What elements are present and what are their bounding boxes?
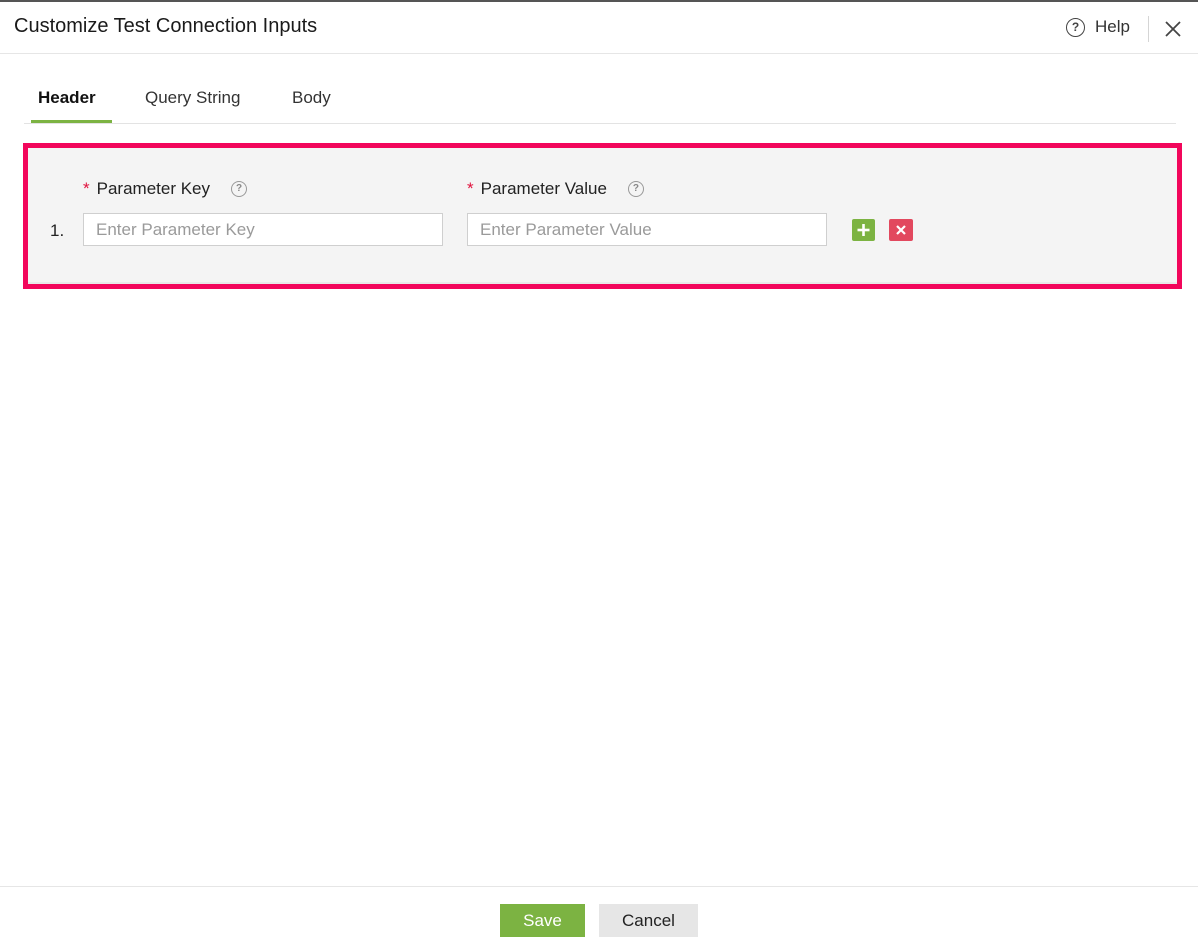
row-number: 1. xyxy=(50,221,65,240)
info-icon[interactable]: ? xyxy=(627,181,644,197)
help-circle-icon: ? xyxy=(1066,17,1085,37)
info-icon[interactable]: ? xyxy=(231,181,248,197)
x-icon xyxy=(896,225,906,235)
dialog-title: Customize Test Connection Inputs xyxy=(14,15,318,37)
tab-bar: Header Query String Body xyxy=(24,78,1176,124)
required-marker: * xyxy=(83,179,90,198)
close-button[interactable] xyxy=(1163,19,1183,39)
header-divider xyxy=(1148,16,1149,42)
parameter-value-label-text: Parameter Value xyxy=(480,179,607,198)
parameter-key-input[interactable] xyxy=(83,213,443,246)
save-button[interactable]: Save xyxy=(500,904,585,937)
close-icon xyxy=(1165,21,1181,37)
dialog-footer: Save Cancel xyxy=(0,886,1198,947)
add-row-button[interactable] xyxy=(852,219,875,241)
parameter-value-input[interactable] xyxy=(467,213,827,246)
active-tab-indicator xyxy=(31,120,112,123)
cancel-button[interactable]: Cancel xyxy=(599,904,698,937)
parameter-key-label-text: Parameter Key xyxy=(96,179,211,198)
dialog: Customize Test Connection Inputs ? Help … xyxy=(0,0,1198,947)
dialog-header: Customize Test Connection Inputs ? Help xyxy=(0,2,1198,54)
tab-body[interactable]: Body xyxy=(292,88,331,108)
help-button[interactable]: ? Help xyxy=(1066,17,1130,37)
remove-row-button[interactable] xyxy=(889,219,913,241)
required-marker: * xyxy=(467,179,474,198)
parameter-panel: * Parameter Key ? * Parameter Value ? 1. xyxy=(28,148,1177,284)
tab-header[interactable]: Header xyxy=(38,88,96,108)
help-label: Help xyxy=(1095,17,1130,36)
parameter-value-label: * Parameter Value ? xyxy=(467,179,644,199)
tab-query-string[interactable]: Query String xyxy=(145,88,240,108)
parameter-key-label: * Parameter Key ? xyxy=(83,179,248,199)
plus-icon xyxy=(857,224,870,236)
